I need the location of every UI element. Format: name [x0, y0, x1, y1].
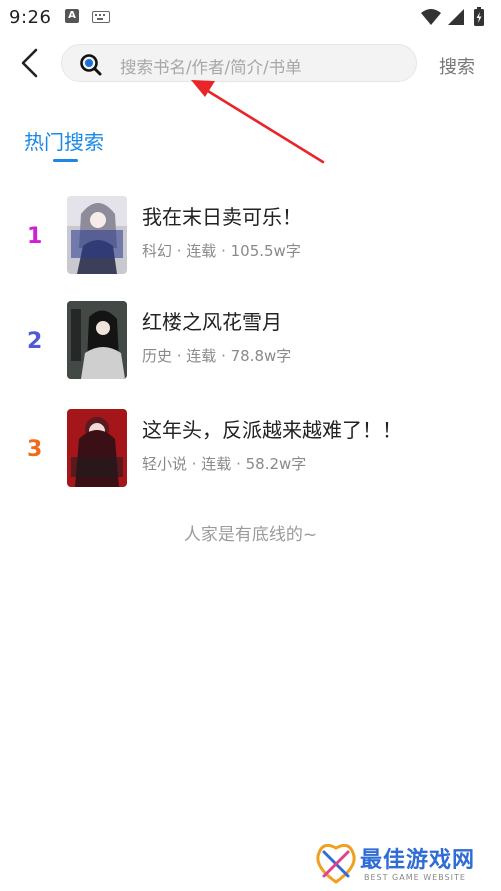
rank-number: 3 — [27, 437, 43, 462]
search-icon — [80, 54, 102, 76]
rank-number: 2 — [27, 329, 43, 354]
status-bar: 9:26 A — [0, 0, 501, 34]
annotation-arrow — [191, 80, 325, 164]
hot-search-tab[interactable]: 热门搜索 — [24, 126, 104, 155]
keyboard-icon — [92, 11, 110, 23]
book-list-item[interactable]: 1 我在末日卖可乐！ 科幻 · 连载 · 105.5w字 — [0, 196, 501, 282]
watermark-subtitle: BEST GAME WEBSITE — [364, 873, 466, 882]
tab-underline — [53, 159, 78, 162]
wifi-icon — [421, 9, 441, 25]
accessibility-badge-icon: A — [65, 9, 79, 23]
search-button[interactable]: 搜索 — [439, 53, 475, 79]
book-title: 红楼之风花雪月 — [142, 310, 282, 334]
book-meta: 历史 · 连载 · 78.8w字 — [142, 347, 292, 365]
back-arrow-icon[interactable] — [14, 46, 48, 80]
book-meta: 轻小说 · 连载 · 58.2w字 — [142, 455, 307, 473]
status-time: 9:26 — [9, 7, 52, 28]
watermark-title: 最佳游戏网 — [360, 848, 476, 873]
book-title: 我在末日卖可乐！ — [142, 205, 302, 229]
book-cover — [67, 409, 127, 487]
signal-icon — [448, 9, 464, 25]
book-title: 这年头，反派越来越难了！！ — [142, 418, 402, 442]
book-list-item[interactable]: 3 这年头，反派越来越难了！！ 轻小说 · 连载 · 58.2w字 — [0, 409, 501, 495]
book-cover — [67, 301, 127, 379]
rank-number: 1 — [27, 224, 43, 249]
book-list-item[interactable]: 2 红楼之风花雪月 历史 · 连载 · 78.8w字 — [0, 301, 501, 387]
status-icons — [421, 7, 484, 26]
end-of-list-text: 人家是有底线的~ — [183, 525, 318, 545]
book-meta: 科幻 · 连载 · 105.5w字 — [142, 242, 301, 260]
book-cover — [67, 196, 127, 274]
watermark-logo-icon — [316, 843, 356, 884]
watermark: 最佳游戏网 BEST GAME WEBSITE — [312, 840, 501, 888]
